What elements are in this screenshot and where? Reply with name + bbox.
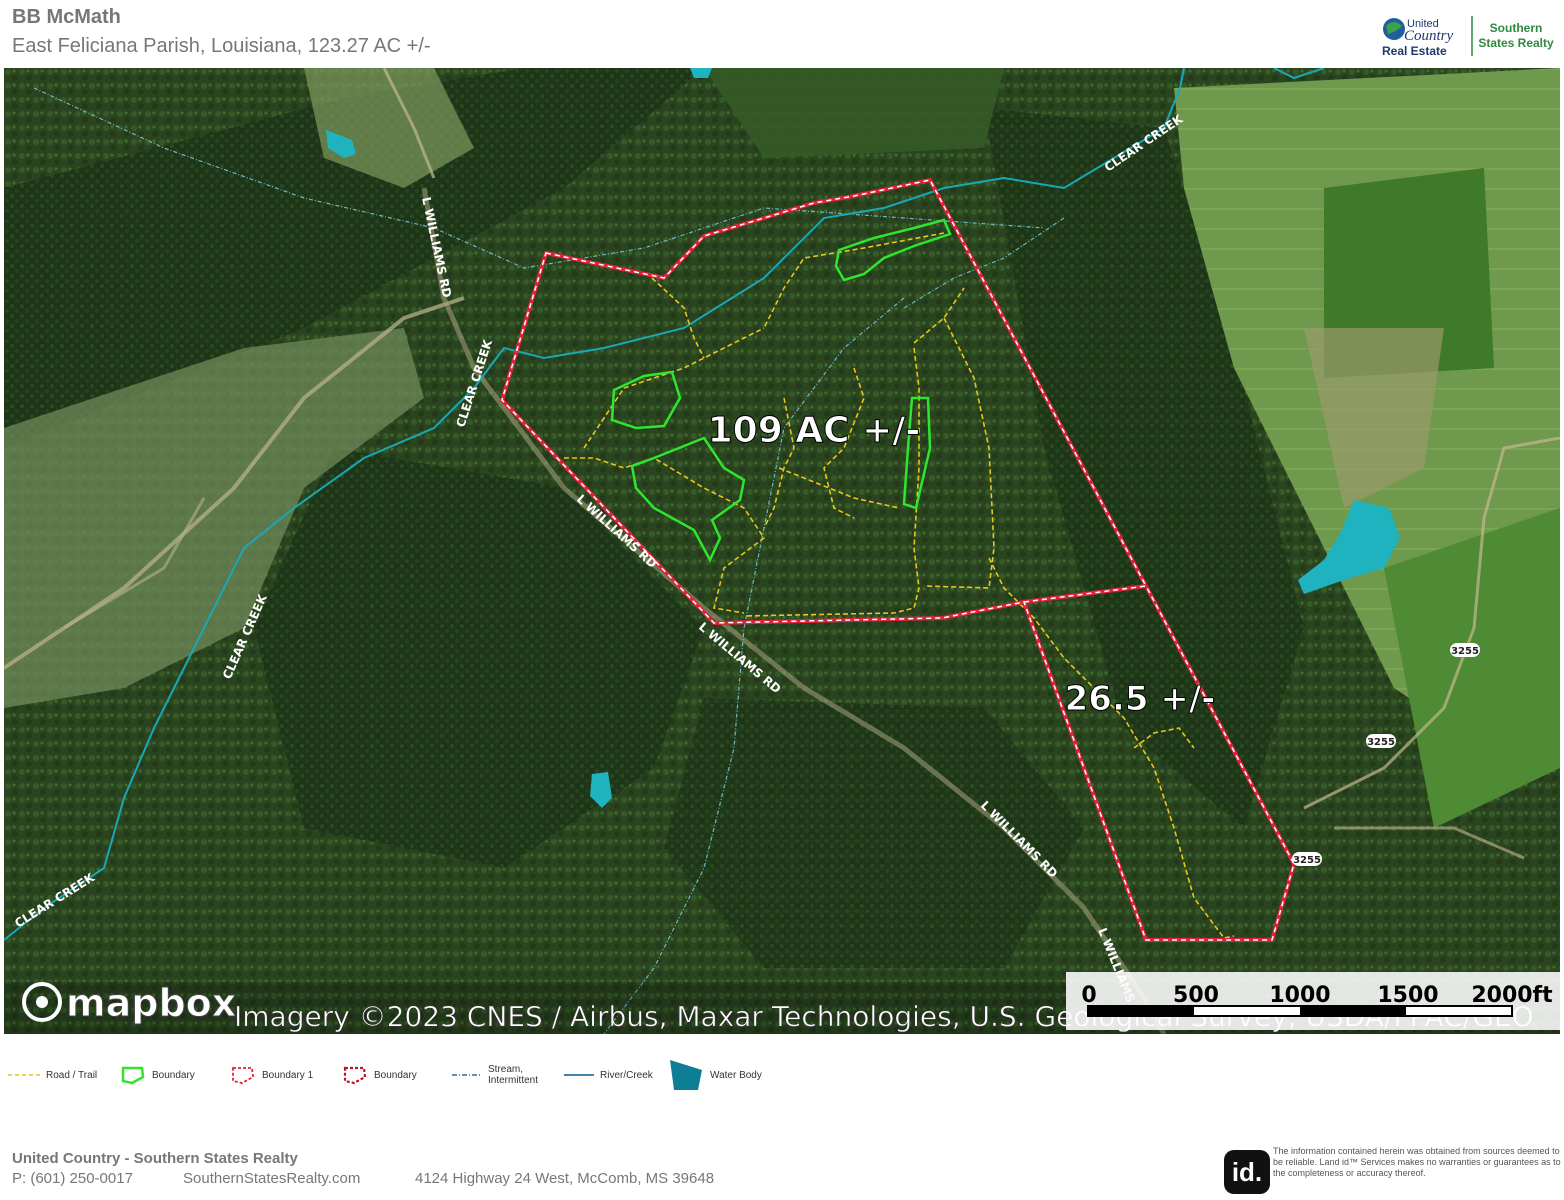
legend-item-boundary-green: Boundary	[120, 1058, 195, 1092]
scale-tick-2000: 2000ft	[1471, 983, 1553, 1008]
scale-tick-1000: 1000	[1269, 983, 1330, 1008]
acreage-label-main: 109 AC +/-	[708, 410, 921, 451]
legend-label: Boundary 1	[262, 1069, 314, 1081]
united-country-logo: United Country Real Estate Southern Stat…	[1380, 12, 1558, 60]
map-title: BB McMath	[12, 6, 121, 28]
footer-disclaimer: The information contained herein was obt…	[1273, 1146, 1561, 1178]
green-polygon-icon	[121, 1066, 145, 1085]
land-id-logo: id.	[1224, 1150, 1270, 1194]
red-dashed-polygon-icon	[343, 1066, 367, 1085]
footer-company: United Country - Southern States Realty	[12, 1150, 298, 1167]
svg-text:3255: 3255	[1451, 646, 1479, 657]
legend-label: River/Creek	[600, 1069, 653, 1081]
legend-item-river: River/Creek	[564, 1058, 653, 1092]
dashed-line-icon	[8, 1074, 40, 1076]
svg-text:3255: 3255	[1367, 737, 1395, 748]
solid-line-icon	[564, 1074, 594, 1076]
water-polygon-icon	[670, 1060, 702, 1090]
legend-item-stream: Stream, Intermittent	[452, 1058, 538, 1092]
legend-label-2: Intermittent	[488, 1075, 539, 1086]
legend-label: Stream,	[488, 1064, 524, 1075]
logo-text-3: Real Estate	[1382, 44, 1447, 58]
highway-shield-3: 3255	[1292, 852, 1322, 866]
logo-states-realty: States Realty	[1478, 36, 1554, 50]
scale-tick-0: 0	[1081, 983, 1096, 1008]
legend-item-boundary-1: Boundary 1	[230, 1058, 313, 1092]
legend-label: Boundary	[152, 1069, 195, 1081]
logo-southern: Southern	[1490, 21, 1543, 35]
legend-label: Boundary	[374, 1069, 417, 1081]
scale-tick-500: 500	[1173, 983, 1219, 1008]
scale-tick-1500: 1500	[1377, 983, 1438, 1008]
scale-bar: 0 500 1000 1500 2000ft	[1066, 972, 1560, 1030]
acreage-label-secondary: 26.5 +/-	[1065, 679, 1216, 719]
red-dashed-polygon-icon	[232, 1067, 254, 1084]
footer-address: 4124 Highway 24 West, McComb, MS 39648	[415, 1170, 715, 1187]
legend-item-road-trail: Road / Trail	[8, 1058, 97, 1092]
highway-shield-2: 3255	[1366, 734, 1396, 748]
dash-dot-line-icon	[452, 1074, 482, 1076]
footer-phone: P: (601) 250-0017	[12, 1170, 133, 1187]
footer-website-link[interactable]: SouthernStatesRealty.com	[183, 1170, 360, 1187]
legend-label: Road / Trail	[46, 1069, 98, 1081]
mapbox-wordmark: mapbox	[66, 981, 236, 1025]
legend-item-water-body: Water Body	[668, 1058, 762, 1092]
legend-item-boundary-red: Boundary	[342, 1058, 417, 1092]
highway-shield-1: 3255	[1450, 643, 1480, 657]
logo-text-2: Country	[1404, 28, 1454, 44]
svg-text:3255: 3255	[1293, 855, 1321, 866]
legend-label: Water Body	[710, 1069, 762, 1081]
map-subtitle: East Feliciana Parish, Louisiana, 123.27…	[12, 35, 431, 57]
map-view[interactable]: 109 AC +/- 26.5 +/- L WILLIAMS RD L WILL…	[4, 68, 1560, 1034]
map-legend: Road / Trail Boundary Boundary 1 Boundar…	[8, 1058, 908, 1092]
